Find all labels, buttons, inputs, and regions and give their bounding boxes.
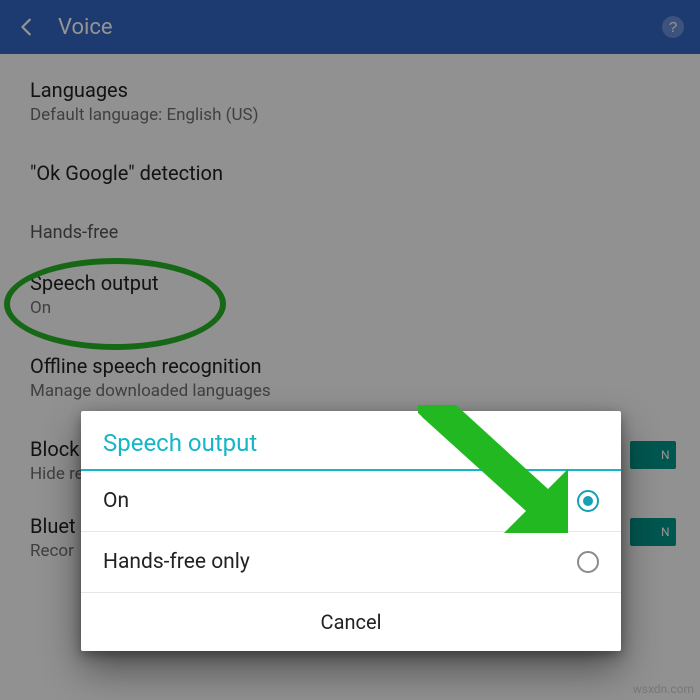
dialog-option-on[interactable]: On	[81, 471, 621, 531]
dialog-option-handsfree[interactable]: Hands-free only	[81, 532, 621, 592]
option-label: Hands-free only	[103, 550, 577, 574]
cancel-button[interactable]: Cancel	[81, 593, 621, 651]
dialog-speech-output: Speech output On Hands-free only Cancel	[81, 411, 621, 651]
screen: Voice ? Languages Default language: Engl…	[0, 0, 700, 700]
radio-checked-icon[interactable]	[577, 490, 599, 512]
radio-unchecked-icon[interactable]	[577, 551, 599, 573]
dialog-title: Speech output	[81, 411, 621, 469]
option-label: On	[103, 489, 577, 513]
watermark: wsxdn.com	[633, 682, 694, 696]
